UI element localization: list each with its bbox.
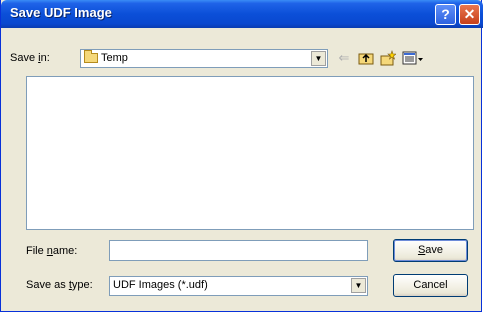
back-icon[interactable]: ⇐: [336, 50, 352, 66]
help-icon: ?: [441, 6, 450, 22]
view-menu-icon[interactable]: [402, 50, 424, 66]
close-button[interactable]: ✕: [459, 4, 480, 25]
title-bar[interactable]: Save UDF Image ? ✕: [1, 0, 483, 28]
up-folder-icon[interactable]: [358, 50, 374, 66]
new-folder-icon[interactable]: [380, 50, 397, 66]
save-in-dropdown[interactable]: Temp ▼: [80, 49, 328, 68]
chevron-down-icon[interactable]: ▼: [311, 51, 326, 66]
save-as-type-dropdown[interactable]: UDF Images (*.udf) ▼: [109, 276, 368, 296]
save-dialog: Save UDF Image ? ✕ Save in: Temp ▼ ⇐ Fil…: [0, 0, 483, 312]
save-in-label: Save in:: [10, 52, 50, 64]
save-button[interactable]: Save: [393, 239, 468, 262]
file-name-label: File name:: [26, 245, 78, 257]
folder-icon: [84, 50, 98, 63]
save-as-type-label: Save as type:: [26, 279, 93, 291]
chevron-down-icon[interactable]: ▼: [351, 278, 366, 293]
dialog-title: Save UDF Image: [10, 5, 112, 20]
file-list[interactable]: [26, 76, 474, 230]
help-button[interactable]: ?: [435, 4, 456, 25]
file-name-input[interactable]: [110, 241, 367, 260]
save-in-value: Temp: [101, 52, 128, 64]
close-icon: ✕: [463, 6, 476, 22]
save-as-type-value: UDF Images (*.udf): [113, 279, 208, 291]
file-name-field[interactable]: [109, 240, 368, 261]
cancel-button[interactable]: Cancel: [393, 274, 468, 297]
